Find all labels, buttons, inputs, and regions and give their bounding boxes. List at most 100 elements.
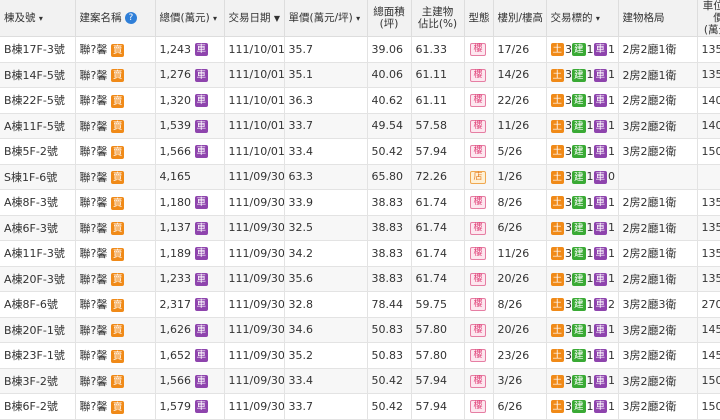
sell-badge: 賣	[110, 43, 125, 57]
cell-unit[interactable]: B棟17F-3號	[0, 36, 76, 63]
cell-project[interactable]: 聯?馨 賣	[75, 62, 156, 88]
building-badge: 建	[572, 400, 586, 413]
table-row[interactable]: B棟23F-1號 聯?馨 賣 1,652 車 111/09/30 35.2 50.83 57…	[0, 342, 720, 369]
col-deal[interactable]: 交易標的 ▾	[546, 0, 619, 37]
cell-project[interactable]: 聯?馨 賣	[75, 393, 156, 420]
table-row[interactable]: B棟5F-2號 聯?馨 賣 1,566 車 111/10/01 33.4 50.42 57.…	[0, 138, 720, 165]
table-row[interactable]: B棟22F-5號 聯?馨 賣 1,320 車 111/10/01 36.3 40.62 61…	[0, 87, 720, 114]
land-badge-count: 3	[565, 93, 573, 107]
col-layout[interactable]: 建物格局	[618, 0, 698, 37]
cell-project[interactable]: 聯?馨 賣	[75, 164, 156, 190]
parking-included-badge: 車	[194, 374, 209, 388]
table-row[interactable]: B棟14F-5號 聯?馨 賣 1,276 車 111/10/01 35.1 40.06 61…	[0, 62, 720, 88]
cell-project[interactable]: 聯?馨 賣	[75, 138, 156, 165]
table-row[interactable]: A棟20F-3號 聯?馨 賣 1,233 車 111/09/30 35.6 38.83 61…	[0, 266, 720, 292]
cell-deal: 土3建1車1	[546, 266, 619, 292]
cell-floor: 6/26	[493, 393, 547, 420]
total-price-value: 1,579	[159, 399, 192, 413]
cell-area: 38.83	[367, 215, 412, 241]
cell-project[interactable]: 聯?馨 賣	[75, 368, 156, 394]
cell-project[interactable]: 聯?馨 賣	[75, 189, 156, 216]
cell-parking-price: 150	[697, 368, 720, 394]
cell-ratio: 61.74	[411, 266, 465, 292]
parking-badge: 車	[593, 400, 608, 413]
cell-parking-price: 135	[697, 266, 720, 292]
type-badge: 樓	[470, 43, 486, 56]
cell-unit[interactable]: A棟8F-3號	[0, 189, 76, 216]
cell-date: 111/09/30	[224, 164, 285, 190]
table-row[interactable]: A棟11F-5號 聯?馨 賣 1,539 車 111/10/01 33.7 49.54 57…	[0, 113, 720, 139]
col-date[interactable]: 交易日期 ▼	[224, 0, 285, 37]
cell-unit[interactable]: B棟22F-5號	[0, 87, 76, 114]
cell-unit[interactable]: A棟8F-6號	[0, 291, 76, 318]
col-project[interactable]: 建案名稱 ?	[75, 0, 156, 37]
parking-included-badge: 車	[194, 68, 209, 82]
cell-unit[interactable]: B棟23F-1號	[0, 342, 76, 369]
table-row[interactable]: S棟1F-6號 聯?馨 賣 4,165 111/09/30 63.3 65.80 72.26…	[0, 164, 720, 190]
table-row[interactable]: B棟3F-2號 聯?馨 賣 1,566 車 111/09/30 33.4 50.42 57.…	[0, 368, 720, 394]
table-row[interactable]: A棟8F-3號 聯?馨 賣 1,180 車 111/09/30 33.9 38.83 61.…	[0, 189, 720, 216]
cell-total-price: 1,189 車	[155, 240, 225, 267]
type-badge: 樓	[470, 374, 486, 388]
cell-unit[interactable]: A棟6F-3號	[0, 215, 76, 241]
cell-unit[interactable]: B棟3F-2號	[0, 368, 76, 394]
cell-total-price: 1,137 車	[155, 215, 225, 241]
cell-area: 38.83	[367, 189, 412, 216]
table-row[interactable]: B棟17F-3號 聯?馨 賣 1,243 車 111/10/01 35.7 39.06 61…	[0, 36, 720, 63]
table-row[interactable]: B棟20F-1號 聯?馨 賣 1,626 車 111/09/30 34.6 50.83 57…	[0, 317, 720, 343]
cell-project[interactable]: 聯?馨 賣	[75, 266, 156, 292]
project-name: 聯?馨	[79, 349, 108, 363]
total-price-value: 1,180	[159, 195, 192, 209]
sell-badge: 賣	[110, 69, 125, 83]
cell-total-price: 1,180 車	[155, 189, 225, 216]
cell-project[interactable]: 聯?馨 賣	[75, 342, 156, 369]
col-unit[interactable]: 棟及號 ▾	[0, 0, 76, 37]
table-row[interactable]: A棟11F-3號 聯?馨 賣 1,189 車 111/09/30 34.2 38.83 61…	[0, 240, 720, 267]
col-unit-price[interactable]: 單價(萬元/坪) ▾	[284, 0, 368, 37]
cell-deal: 土3建1車1	[546, 138, 619, 165]
help-icon[interactable]: ?	[124, 12, 137, 24]
cell-ratio: 57.94	[411, 393, 465, 420]
land-badge-count: 3	[565, 195, 573, 209]
cell-project[interactable]: 聯?馨 賣	[75, 291, 156, 318]
parking-included-badge: 車	[194, 196, 209, 209]
cell-unit[interactable]: B棟20F-1號	[0, 317, 76, 343]
col-floor[interactable]: 樓別/樓高	[493, 0, 547, 37]
cell-project[interactable]: 聯?馨 賣	[75, 36, 156, 63]
building-badge-count: 1	[586, 170, 594, 183]
cell-date: 111/09/30	[224, 342, 285, 369]
col-total-price[interactable]: 總價(萬元) ▾	[155, 0, 225, 37]
cell-unit-price: 63.3	[284, 164, 368, 190]
cell-unit[interactable]: A棟20F-3號	[0, 266, 76, 292]
table-row[interactable]: A棟6F-3號 聯?馨 賣 1,137 車 111/09/30 32.5 38.83 61.…	[0, 215, 720, 241]
table-body: B棟17F-3號 聯?馨 賣 1,243 車 111/10/01 35.7 39.06 61…	[0, 36, 720, 420]
type-badge: 樓	[470, 298, 486, 311]
cell-unit[interactable]: B棟6F-2號	[0, 393, 76, 420]
cell-unit[interactable]: S棟1F-6號	[0, 164, 76, 190]
total-price-value: 1,320	[159, 93, 192, 107]
cell-unit[interactable]: A棟11F-5號	[0, 113, 76, 139]
land-badge: 土	[550, 119, 565, 133]
col-area[interactable]: 總面積 (坪)	[367, 0, 412, 37]
cell-date: 111/09/30	[224, 189, 285, 216]
cell-unit[interactable]: B棟5F-2號	[0, 138, 76, 165]
cell-type: 樓	[464, 189, 494, 216]
building-badge-count: 1	[586, 42, 594, 56]
building-badge: 建	[572, 221, 586, 235]
table-row[interactable]: A棟8F-6號 聯?馨 賣 2,317 車 111/09/30 32.8 78.44 59.…	[0, 291, 720, 318]
parking-badge-count: 1	[608, 119, 616, 132]
cell-total-price: 1,320 車	[155, 87, 225, 114]
cell-unit[interactable]: A棟11F-3號	[0, 240, 76, 267]
cell-type: 樓	[464, 87, 494, 114]
cell-project[interactable]: 聯?馨 賣	[75, 215, 156, 241]
cell-project[interactable]: 聯?馨 賣	[75, 113, 156, 139]
parking-badge: 車	[593, 221, 608, 235]
cell-project[interactable]: 聯?馨 賣	[75, 87, 156, 114]
col-ratio[interactable]: 主建物 佔比(%)	[411, 0, 465, 37]
table-row[interactable]: B棟6F-2號 聯?馨 賣 1,579 車 111/09/30 33.7 50.42 57.…	[0, 393, 720, 420]
type-badge: 樓	[470, 400, 486, 413]
cell-project[interactable]: 聯?馨 賣	[75, 317, 156, 343]
cell-unit[interactable]: B棟14F-5號	[0, 62, 76, 88]
cell-project[interactable]: 聯?馨 賣	[75, 240, 156, 267]
col-parking[interactable]: 車位總價 (萬元)	[697, 0, 720, 37]
